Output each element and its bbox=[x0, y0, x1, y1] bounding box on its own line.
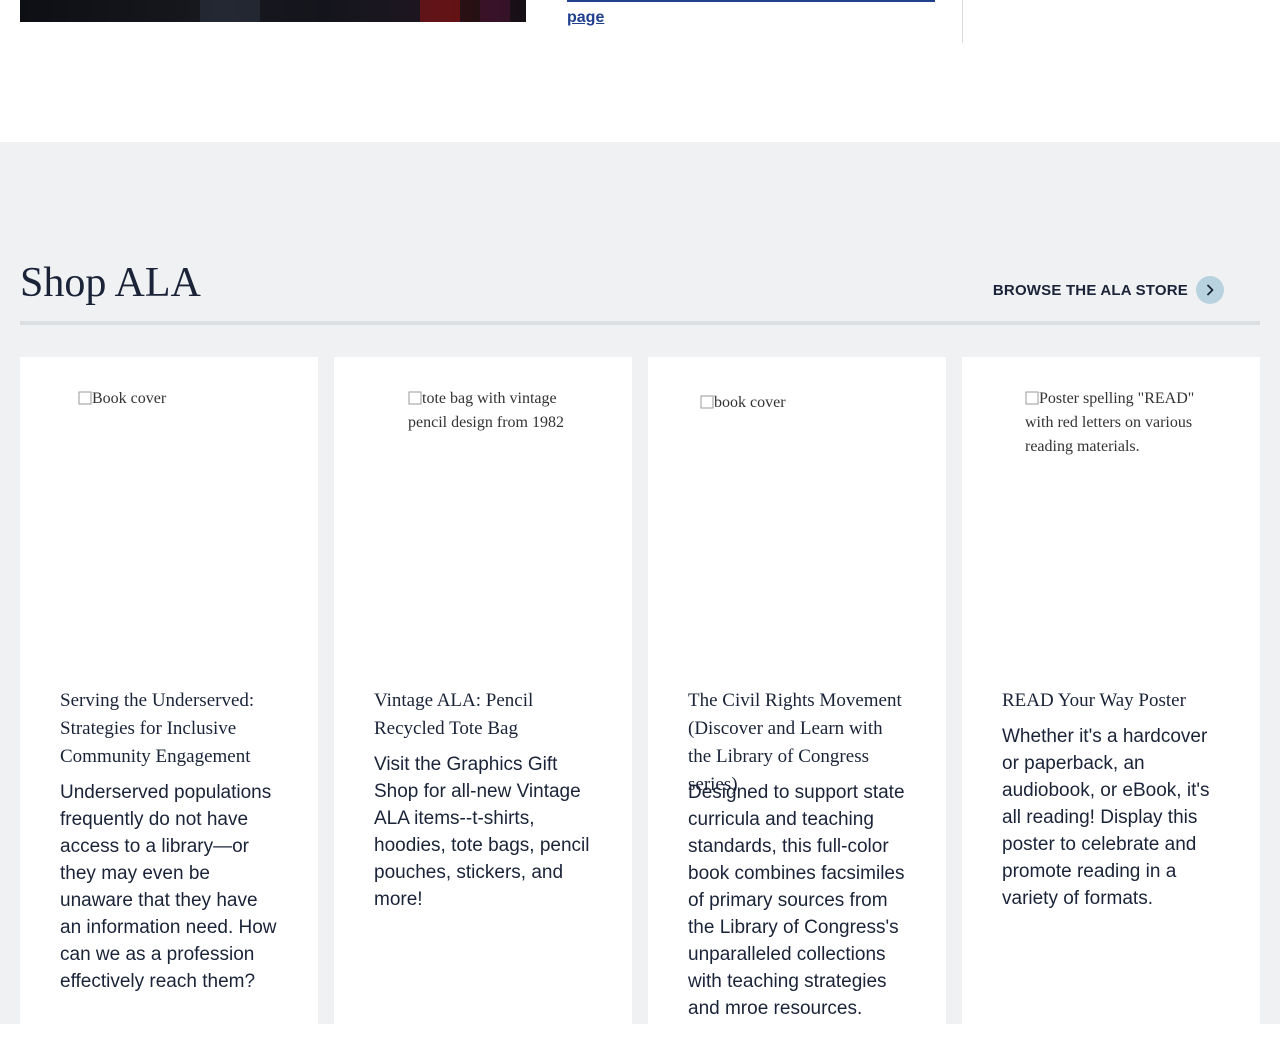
section-divider bbox=[20, 321, 1260, 325]
column-divider bbox=[962, 0, 963, 43]
product-description: Underserved populations frequently do no… bbox=[60, 782, 277, 992]
product-image-alt: book cover bbox=[714, 394, 786, 411]
page-link[interactable]: page bbox=[567, 7, 604, 29]
product-description: Designed to support state curricula and … bbox=[688, 782, 905, 1019]
broken-image-icon bbox=[408, 391, 422, 405]
hero-image bbox=[20, 0, 526, 22]
link-underline bbox=[567, 0, 935, 2]
product-description: Visit the Graphics Gift Shop for all-new… bbox=[374, 754, 590, 910]
shop-title: Shop ALA bbox=[20, 260, 201, 306]
broken-image-icon bbox=[1025, 391, 1039, 405]
product-image-alt: Poster spelling "READ" with red letters … bbox=[1025, 390, 1195, 455]
shop-section: Shop ALA BROWSE THE ALA STORE Book cover… bbox=[0, 142, 1280, 1057]
product-title[interactable]: Serving the Underserved: Strategies for … bbox=[60, 687, 284, 771]
browse-store-link[interactable]: BROWSE THE ALA STORE bbox=[993, 276, 1224, 304]
product-card[interactable]: tote bag with vintage pencil design from… bbox=[334, 357, 632, 1057]
product-card[interactable]: book cover The Civil Rights Movement (Di… bbox=[648, 357, 946, 1057]
broken-image-icon bbox=[700, 395, 714, 409]
product-image[interactable]: tote bag with vintage pencil design from… bbox=[408, 387, 568, 435]
product-image[interactable]: Poster spelling "READ" with red letters … bbox=[1025, 387, 1203, 459]
product-image-alt: tote bag with vintage pencil design from… bbox=[408, 390, 564, 431]
broken-image-icon bbox=[78, 391, 92, 405]
browse-store-label: BROWSE THE ALA STORE bbox=[992, 281, 1188, 299]
product-image-alt: Book cover bbox=[92, 390, 167, 407]
product-image[interactable]: book cover bbox=[700, 391, 880, 415]
chevron-right-icon bbox=[1196, 276, 1224, 304]
product-description: Whether it's a hardcover or paperback, a… bbox=[1002, 726, 1210, 909]
previous-section: page bbox=[0, 0, 1280, 142]
product-card[interactable]: Poster spelling "READ" with red letters … bbox=[962, 357, 1260, 1057]
product-card[interactable]: Book cover Serving the Underserved: Stra… bbox=[20, 357, 318, 1057]
product-image[interactable]: Book cover bbox=[78, 387, 258, 411]
product-title[interactable]: READ Your Way Poster bbox=[1002, 687, 1226, 715]
product-title[interactable]: Vintage ALA: Pencil Recycled Tote Bag bbox=[374, 687, 598, 743]
